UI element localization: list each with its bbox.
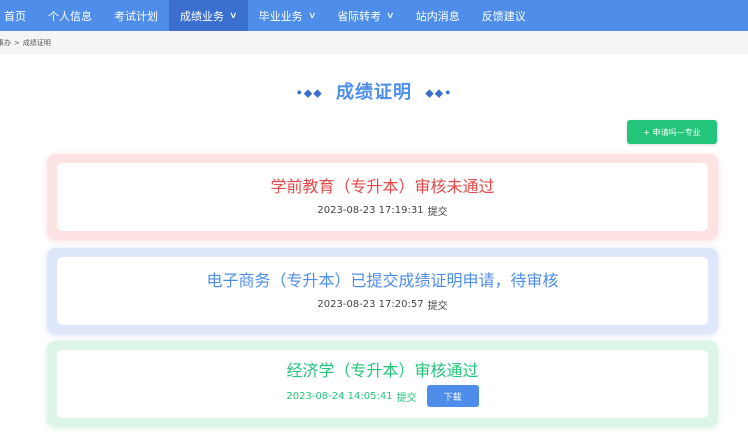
page-title: •◆◆ 成绩证明 ◆◆• bbox=[0, 78, 748, 104]
breadcrumb-separator: > bbox=[14, 38, 20, 47]
chevron-down-icon: ∨ bbox=[229, 10, 238, 21]
record-status-title: 学前教育（专升本）审核未通过 bbox=[270, 176, 495, 196]
record-submit-line: 2023-08-23 17:19:31 提交 bbox=[317, 203, 447, 218]
record-timestamp: 2023-08-24 14:05:41 bbox=[286, 390, 393, 402]
record-card-body: 经济学（专升本）审核通过 2023-08-24 14:05:41 提交 下载 bbox=[57, 350, 708, 418]
nav-item-feedback[interactable]: 反馈建议 bbox=[471, 0, 537, 31]
record-status-title: 电子商务（专升本）已提交成绩证明申请，待审核 bbox=[206, 270, 559, 290]
nav-item-site-messages-label: 站内消息 bbox=[415, 9, 460, 23]
nav-item-home-label: 首页 bbox=[4, 9, 26, 23]
page-title-text: 成绩证明 bbox=[336, 82, 412, 103]
record-timestamp: 2023-08-23 17:20:57 bbox=[317, 298, 424, 310]
record-action: 提交 bbox=[427, 206, 448, 218]
nav-item-graduation-business-label: 毕业业务 bbox=[258, 9, 303, 23]
record-action: 提交 bbox=[427, 300, 448, 312]
nav-item-interprovincial-transfer-label: 省际转考 bbox=[337, 9, 382, 23]
breadcrumb-current: 成绩证明 bbox=[22, 38, 51, 47]
nav-item-feedback-label: 反馈建议 bbox=[481, 9, 526, 23]
download-button[interactable]: 下载 bbox=[426, 385, 479, 407]
nav-item-personal-info-label: 个人信息 bbox=[48, 9, 92, 23]
record-timestamp: 2023-08-23 17:19:31 bbox=[317, 204, 424, 216]
nav-item-score-business-label: 成绩业务 bbox=[180, 9, 224, 23]
record-card-rejected: 学前教育（专升本）审核未通过 2023-08-23 17:19:31 提交 bbox=[47, 154, 718, 240]
chevron-down-icon: ∨ bbox=[386, 10, 395, 21]
apply-major-button[interactable]: + 申请吗—专业 bbox=[627, 120, 717, 144]
nav-item-site-messages[interactable]: 站内消息 bbox=[405, 0, 471, 31]
top-nav-bar: 首页 个人信息 考试计划 成绩业务 ∨ 毕业业务 ∨ 省际转考 ∨ 站内消息 反馈建议 bbox=[0, 0, 748, 31]
chevron-down-icon: ∨ bbox=[307, 10, 317, 21]
record-submit-line: 2023-08-23 17:20:57 提交 bbox=[317, 297, 447, 312]
record-card-body: 学前教育（专升本）审核未通过 2023-08-23 17:19:31 提交 bbox=[57, 163, 708, 231]
breadcrumb: 事办 > 成绩证明 bbox=[0, 31, 748, 54]
decoration-right: ◆◆• bbox=[425, 86, 453, 100]
record-submit-line: 2023-08-24 14:05:41 提交 下载 bbox=[286, 385, 479, 407]
nav-item-exam-plan-label: 考试计划 bbox=[114, 9, 158, 23]
decoration-left: •◆◆ bbox=[295, 86, 323, 100]
nav-item-personal-info[interactable]: 个人信息 bbox=[37, 0, 103, 31]
record-action: 提交 bbox=[396, 392, 417, 404]
record-card-pending: 电子商务（专升本）已提交成绩证明申请，待审核 2023-08-23 17:20:… bbox=[47, 248, 718, 334]
nav-item-graduation-business[interactable]: 毕业业务 ∨ bbox=[248, 0, 327, 31]
breadcrumb-item[interactable]: 事办 bbox=[0, 38, 11, 48]
record-card-approved: 经济学（专升本）审核通过 2023-08-24 14:05:41 提交 下载 bbox=[47, 341, 718, 427]
record-card-body: 电子商务（专升本）已提交成绩证明申请，待审核 2023-08-23 17:20:… bbox=[57, 257, 708, 325]
nav-item-interprovincial-transfer[interactable]: 省际转考 ∨ bbox=[326, 0, 405, 31]
record-status-title: 经济学（专升本）审核通过 bbox=[286, 361, 479, 380]
nav-item-exam-plan[interactable]: 考试计划 bbox=[103, 0, 169, 31]
nav-item-home[interactable]: 首页 bbox=[0, 0, 37, 31]
nav-item-score-business[interactable]: 成绩业务 ∨ bbox=[169, 0, 248, 31]
